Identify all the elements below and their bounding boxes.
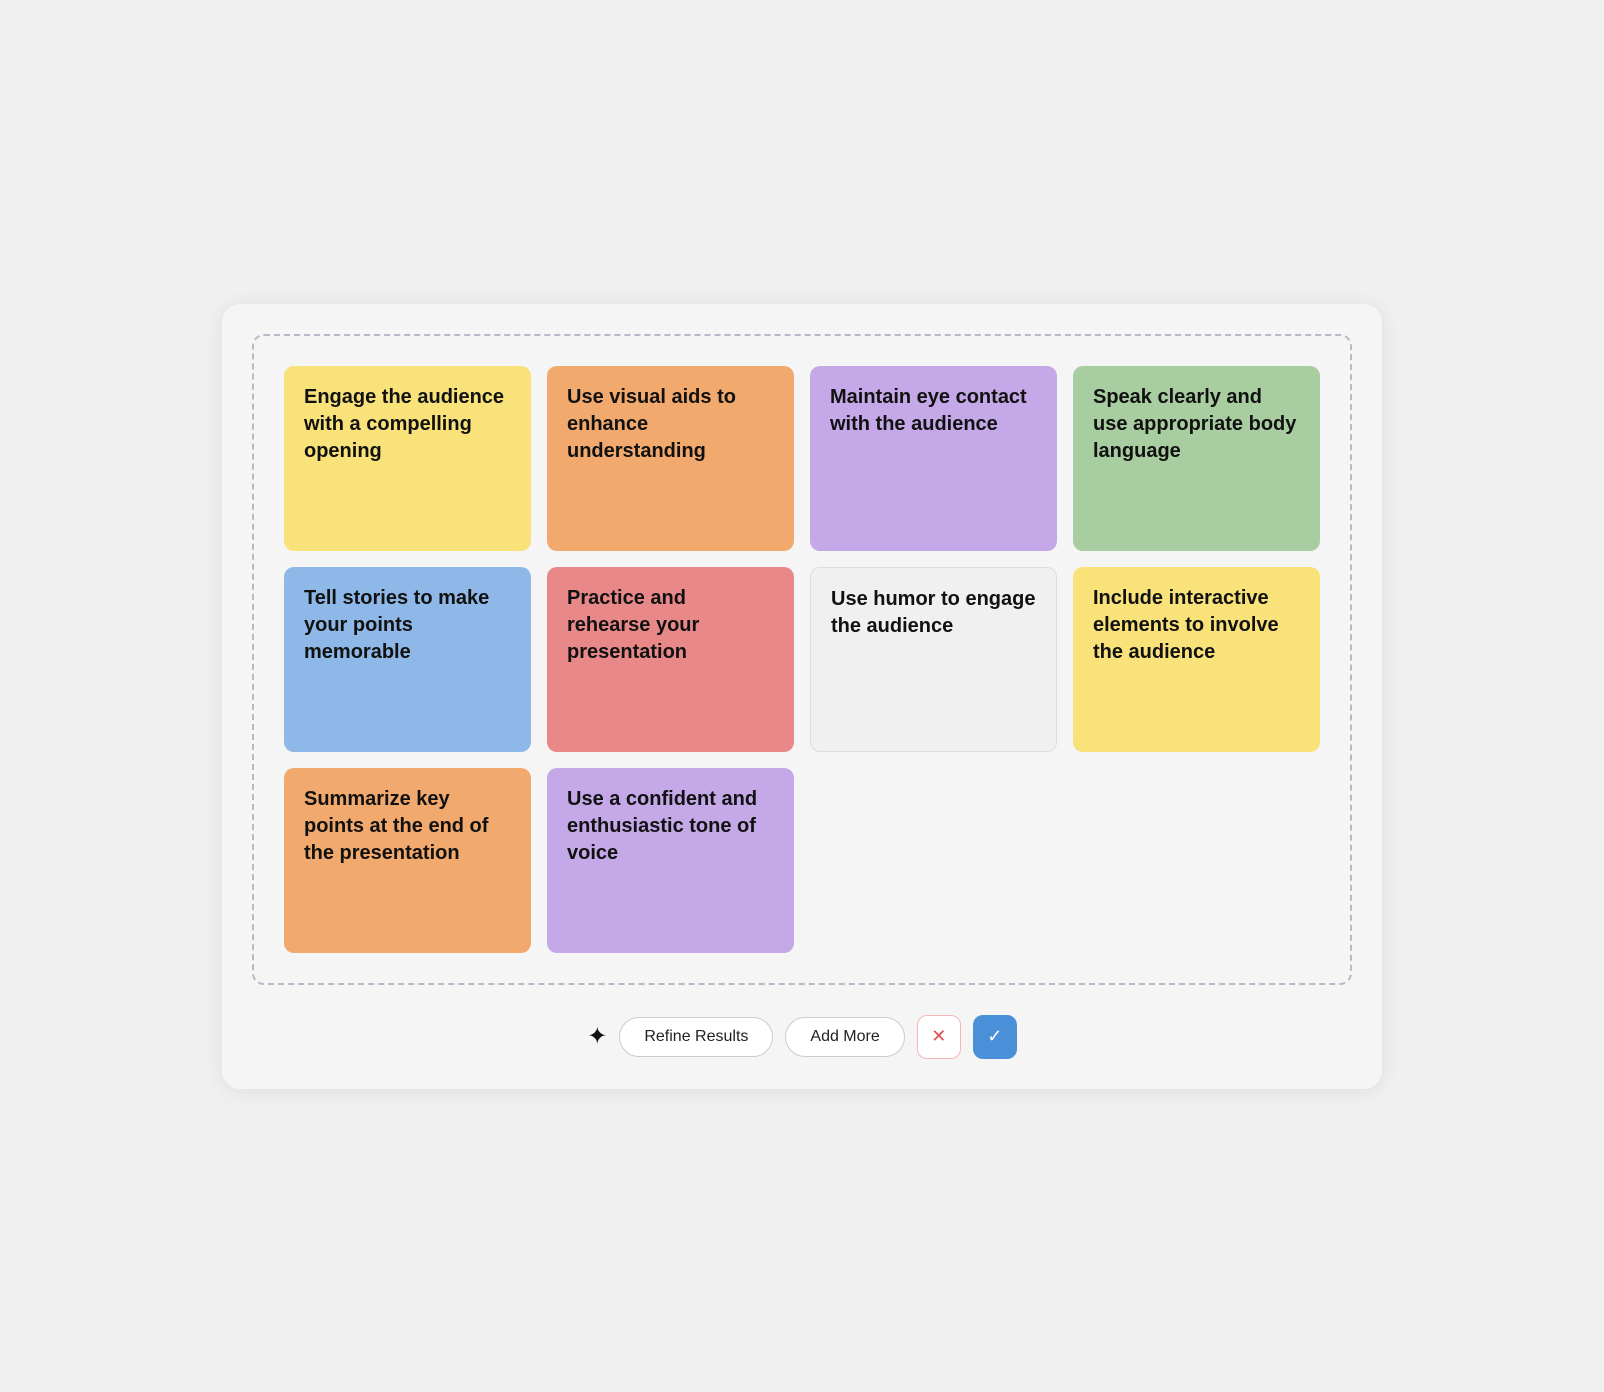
dashed-border-area: Engage the audience with a compelling op… <box>252 334 1352 985</box>
toolbar: ✦ Refine Results Add More ✕ ✓ <box>252 1015 1352 1059</box>
card-6[interactable]: Practice and rehearse your presentation <box>547 567 794 752</box>
card-7[interactable]: Use humor to engage the audience <box>810 567 1057 752</box>
card-1[interactable]: Engage the audience with a compelling op… <box>284 366 531 551</box>
card-10[interactable]: Use a confident and enthusiastic tone of… <box>547 768 794 953</box>
card-2[interactable]: Use visual aids to enhance understanding <box>547 366 794 551</box>
card-3[interactable]: Maintain eye contact with the audience <box>810 366 1057 551</box>
sparkle-icon: ✦ <box>587 1022 607 1051</box>
add-more-button[interactable]: Add More <box>785 1017 904 1057</box>
check-icon: ✓ <box>987 1026 1002 1047</box>
close-button[interactable]: ✕ <box>917 1015 961 1059</box>
card-4[interactable]: Speak clearly and use appropriate body l… <box>1073 366 1320 551</box>
card-9[interactable]: Summarize key points at the end of the p… <box>284 768 531 953</box>
cards-grid: Engage the audience with a compelling op… <box>284 366 1320 953</box>
confirm-button[interactable]: ✓ <box>973 1015 1017 1059</box>
close-icon: ✕ <box>931 1026 946 1047</box>
card-5[interactable]: Tell stories to make your points memorab… <box>284 567 531 752</box>
refine-results-button[interactable]: Refine Results <box>619 1017 773 1057</box>
card-8[interactable]: Include interactive elements to involve … <box>1073 567 1320 752</box>
outer-container: Engage the audience with a compelling op… <box>222 304 1382 1089</box>
